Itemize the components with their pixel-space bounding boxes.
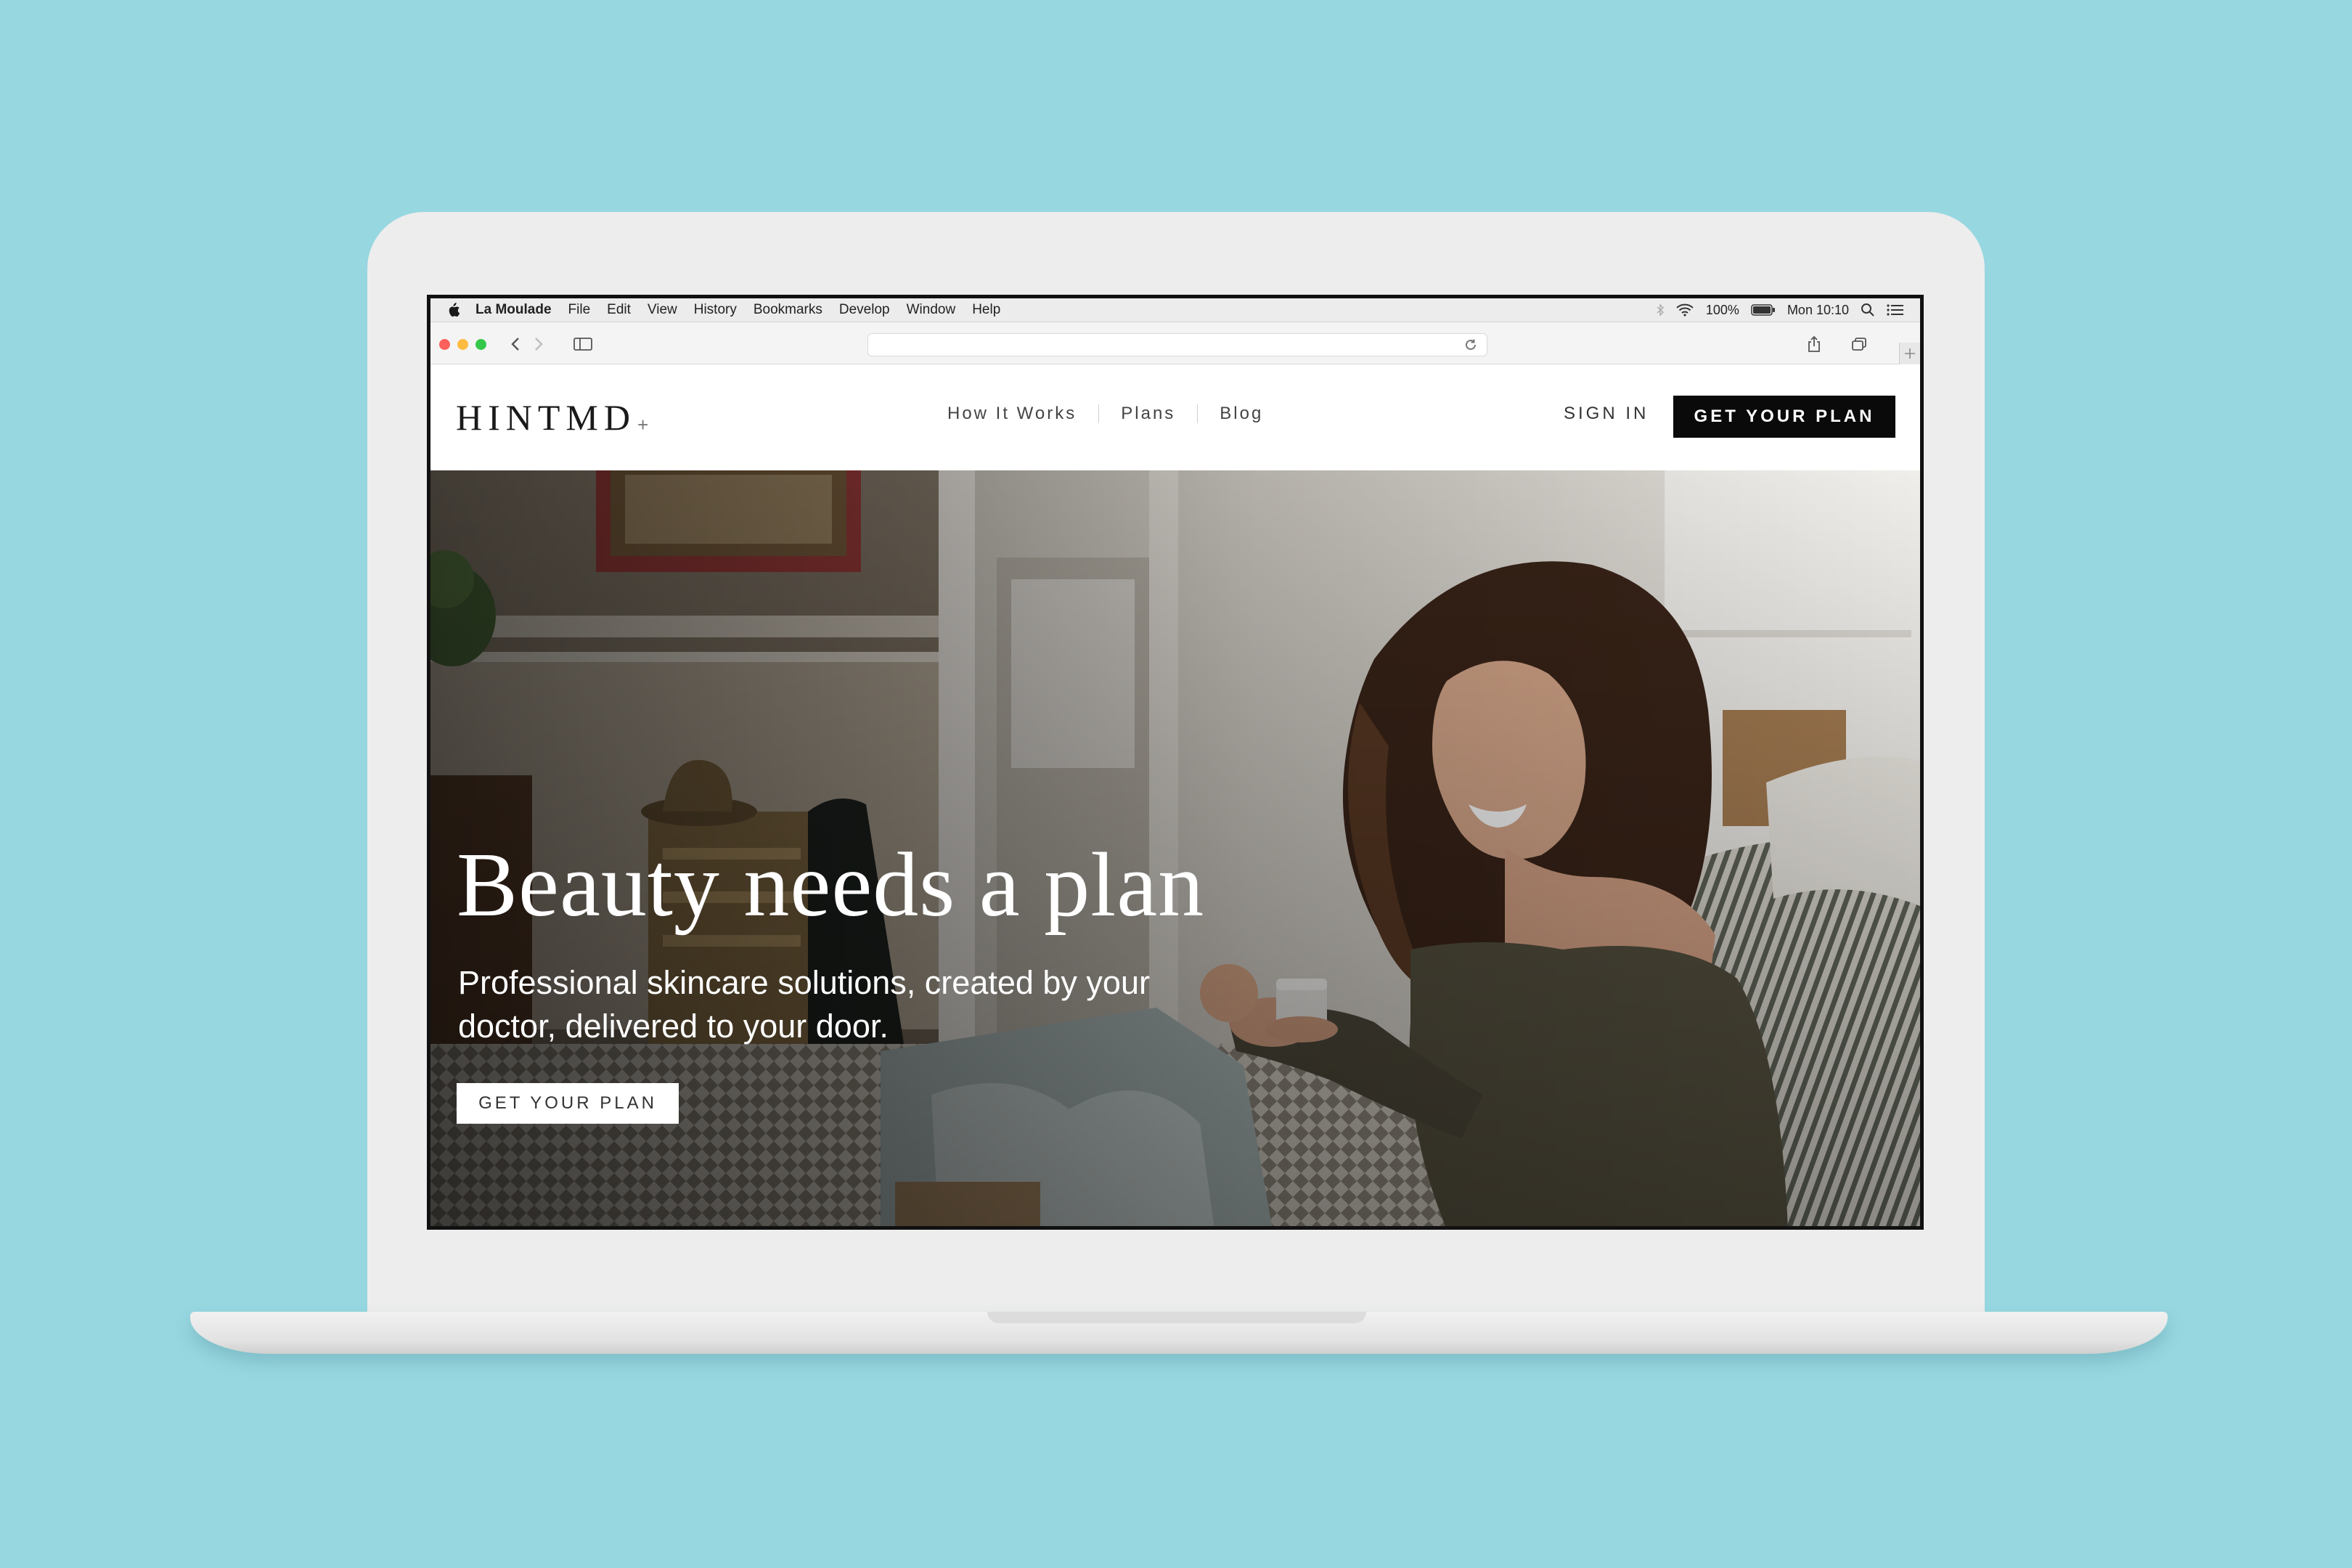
logo-plus-icon: + xyxy=(637,414,649,436)
back-button[interactable] xyxy=(506,334,525,354)
menubar-status-area: 100% Mon 10:10 xyxy=(1657,303,1920,318)
menu-file[interactable]: File xyxy=(568,302,591,318)
new-tab-button[interactable] xyxy=(1899,343,1920,364)
os-menubar: La Moulade File Edit View History Bookma… xyxy=(430,298,1920,322)
display: La Moulade File Edit View History Bookma… xyxy=(430,298,1920,1226)
reload-icon[interactable] xyxy=(1463,338,1478,352)
sign-in-link[interactable]: SIGN IN xyxy=(1564,404,1649,424)
sidebar-toggle-button[interactable] xyxy=(568,334,597,354)
get-your-plan-button[interactable]: GET YOUR PLAN xyxy=(1673,396,1895,438)
menu-edit[interactable]: Edit xyxy=(607,302,631,318)
logo-text: HINTMD xyxy=(456,397,636,438)
plus-icon xyxy=(1905,348,1915,359)
site-logo[interactable]: HINTMD xyxy=(456,396,636,438)
spotlight-search-icon[interactable] xyxy=(1861,303,1875,317)
tabs-icon xyxy=(1852,338,1866,351)
laptop-notch xyxy=(987,1312,1366,1323)
forward-button[interactable] xyxy=(529,334,548,354)
notification-center-icon[interactable] xyxy=(1887,303,1904,317)
battery-percent: 100% xyxy=(1705,302,1739,317)
menu-help[interactable]: Help xyxy=(972,302,1000,318)
chevron-right-icon xyxy=(535,338,543,351)
hero-title: Beauty needs a plan xyxy=(457,835,1205,936)
battery-icon[interactable] xyxy=(1751,304,1776,316)
menu-window[interactable]: Window xyxy=(907,302,956,318)
menu-history[interactable]: History xyxy=(694,302,737,318)
laptop-screen: La Moulade File Edit View History Bookma… xyxy=(427,295,1924,1230)
sidebar-icon xyxy=(573,338,592,351)
wifi-icon[interactable] xyxy=(1675,303,1694,317)
browser-toolbar xyxy=(430,322,1920,364)
zoom-window-button[interactable] xyxy=(475,339,486,350)
tabs-overview-button[interactable] xyxy=(1846,334,1872,354)
nav-blog[interactable]: Blog xyxy=(1220,404,1263,424)
nav-divider xyxy=(1197,404,1199,423)
minimize-window-button[interactable] xyxy=(457,339,468,350)
share-icon xyxy=(1808,335,1820,352)
nav-how-it-works[interactable]: How It Works xyxy=(947,404,1077,424)
address-bar[interactable] xyxy=(867,333,1487,356)
nav-plans[interactable]: Plans xyxy=(1121,404,1175,424)
close-window-button[interactable] xyxy=(439,339,450,350)
nav-divider xyxy=(1098,404,1100,423)
hero-section: Beauty needs a plan Professional skincar… xyxy=(430,470,1920,1226)
menu-develop[interactable]: Develop xyxy=(839,302,890,318)
hero-subtitle: Professional skincare solutions, created… xyxy=(458,964,1150,1045)
menu-view[interactable]: View xyxy=(648,302,677,318)
main-nav: How It Works Plans Blog xyxy=(947,404,1263,424)
menu-app-name[interactable]: La Moulade xyxy=(475,302,552,318)
chevron-left-icon xyxy=(511,338,519,351)
site-header: HINTMD + How It Works Plans Blog SIGN IN… xyxy=(430,364,1920,470)
clock[interactable]: Mon 10:10 xyxy=(1787,303,1849,318)
menu-bookmarks[interactable]: Bookmarks xyxy=(754,302,822,318)
bluetooth-icon[interactable] xyxy=(1657,303,1664,317)
apple-icon[interactable] xyxy=(446,303,460,317)
share-button[interactable] xyxy=(1801,334,1827,354)
hero-get-your-plan-button[interactable]: GET YOUR PLAN xyxy=(457,1083,679,1124)
